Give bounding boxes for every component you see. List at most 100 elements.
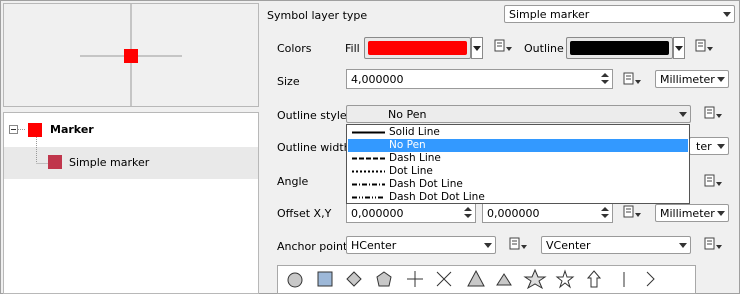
- layer-type-select[interactable]: Simple marker: [504, 5, 735, 23]
- offset-unit-select[interactable]: Millimeter: [655, 204, 729, 222]
- data-defined-icon: [623, 72, 641, 85]
- size-spinbox[interactable]: 4,000000: [346, 69, 613, 89]
- marker-shapes: [287, 268, 655, 290]
- line-pattern-icon: [352, 196, 385, 198]
- layer-type-value: Simple marker: [509, 8, 590, 21]
- outline-style-option-label: Solid Line: [389, 126, 440, 138]
- circle-icon[interactable]: [287, 272, 303, 288]
- arrow-icon[interactable]: [586, 270, 602, 288]
- outline-style-label: Outline style: [277, 109, 347, 122]
- size-value: 4,000000: [351, 73, 404, 86]
- outline-style-option-label: Dot Line: [389, 164, 433, 177]
- fill-color-menu-arrow[interactable]: [471, 37, 483, 59]
- outline-width-label: Outline width: [277, 141, 351, 154]
- line-pattern-icon: [352, 183, 385, 186]
- data-defined-icon: [704, 106, 722, 119]
- simple-marker-swatch-icon: [48, 155, 62, 169]
- regular-star-icon[interactable]: [555, 269, 575, 289]
- spin-down-icon[interactable]: [462, 213, 474, 221]
- equilateral-triangle-icon[interactable]: [496, 273, 512, 286]
- x-icon[interactable]: [436, 271, 452, 287]
- spin-up-icon[interactable]: [599, 71, 611, 79]
- tree-item-label: Simple marker: [69, 156, 150, 169]
- data-defined-icon: [704, 237, 722, 250]
- spin-up-icon[interactable]: [599, 205, 611, 213]
- chevron-down-icon: [720, 6, 734, 22]
- preview-marker: [124, 49, 138, 63]
- outline-style-dropdown-list[interactable]: Solid Line No Pen Dash Line Dot Line Dash Do…: [346, 124, 690, 204]
- outline-width-unit-value: ter: [696, 140, 712, 153]
- size-data-defined-button[interactable]: [622, 71, 644, 89]
- offset-data-defined-button[interactable]: [622, 204, 644, 222]
- tree-item-marker[interactable]: Marker: [28, 121, 228, 139]
- fill-color-button[interactable]: [364, 37, 471, 59]
- cross-icon[interactable]: [407, 271, 423, 287]
- offset-label: Offset X,Y: [277, 207, 332, 220]
- symbol-preview: [3, 3, 259, 107]
- angle-data-defined-button[interactable]: [703, 173, 725, 191]
- spin-down-icon[interactable]: [599, 213, 611, 221]
- anchor-h-select[interactable]: HCenter: [346, 236, 496, 254]
- size-unit-select[interactable]: Millimeter: [655, 70, 729, 88]
- outline-style-option-label: Dash Dot Dot Line: [389, 190, 485, 203]
- outline-color-menu-arrow[interactable]: [673, 37, 685, 59]
- outline-style-option[interactable]: No Pen: [348, 138, 688, 152]
- size-unit-value: Millimeter: [660, 73, 715, 86]
- anchor-h-data-defined-button[interactable]: [508, 236, 530, 254]
- diamond-icon[interactable]: [346, 271, 362, 287]
- outline-style-data-defined-button[interactable]: [703, 105, 725, 123]
- outline-style-option[interactable]: Dash Dot Dot Line: [348, 191, 688, 204]
- offset-x-value: 0,000000: [351, 207, 404, 220]
- data-defined-icon: [623, 205, 641, 218]
- data-defined-icon: [704, 174, 722, 187]
- anchor-v-data-defined-button[interactable]: [703, 236, 725, 254]
- fill-data-defined-button[interactable]: [493, 38, 515, 56]
- outline-style-option-label: Dash Dot Line: [389, 177, 463, 190]
- triangle-icon[interactable]: [467, 269, 485, 287]
- outline-style-select[interactable]: No Pen: [346, 105, 691, 123]
- fill-color-swatch: [368, 41, 467, 55]
- chevron-down-icon: [676, 237, 690, 253]
- angle-label: Angle: [277, 175, 309, 188]
- outline-style-option-label: No Pen: [389, 138, 426, 151]
- anchor-v-value: VCenter: [546, 239, 591, 252]
- layer-type-label: Symbol layer type: [267, 9, 368, 22]
- layer-tree[interactable]: Marker Simple marker: [3, 112, 259, 294]
- spin-down-icon[interactable]: [599, 79, 611, 87]
- outline-data-defined-button[interactable]: [694, 38, 716, 56]
- preview-canvas: [80, 4, 182, 106]
- outline-color-button[interactable]: [566, 37, 673, 59]
- offset-x-spinbox[interactable]: 0,000000: [346, 203, 476, 223]
- data-defined-icon: [509, 237, 527, 250]
- offset-unit-value: Millimeter: [660, 207, 715, 220]
- outline-style-option[interactable]: Dot Line: [348, 165, 688, 178]
- outline-style-option[interactable]: Dash Dot Line: [348, 178, 688, 191]
- tree-item-label: Marker: [50, 123, 94, 136]
- arrowhead-icon[interactable]: [646, 271, 655, 287]
- size-label: Size: [277, 75, 300, 88]
- line-pattern-icon: [352, 170, 385, 173]
- star-icon[interactable]: [523, 268, 547, 290]
- marker-swatch-icon: [28, 123, 42, 137]
- tree-item-simple-marker[interactable]: Simple marker: [48, 154, 248, 172]
- offset-y-spinbox[interactable]: 0,000000: [482, 203, 613, 223]
- anchor-point-label: Anchor point: [277, 240, 348, 253]
- spin-up-icon[interactable]: [462, 205, 474, 213]
- anchor-h-value: HCenter: [351, 239, 397, 252]
- chevron-down-icon: [714, 71, 728, 87]
- pentagon-icon[interactable]: [376, 271, 392, 287]
- square-icon[interactable]: [317, 271, 333, 287]
- data-defined-icon: [494, 39, 512, 52]
- outline-style-option[interactable]: Dash Line: [348, 152, 688, 165]
- chevron-down-icon: [714, 138, 728, 154]
- fill-label: Fill: [345, 42, 360, 55]
- outline-width-unit-select[interactable]: ter: [689, 137, 729, 155]
- anchor-v-select[interactable]: VCenter: [541, 236, 691, 254]
- marker-shape-list[interactable]: [277, 265, 696, 294]
- chevron-down-icon: [481, 237, 495, 253]
- line-pattern-icon: [352, 131, 385, 134]
- outline-style-value: No Pen: [388, 108, 427, 121]
- data-defined-icon: [695, 39, 713, 52]
- outline-style-option[interactable]: Solid Line: [348, 126, 688, 139]
- outline-label: Outline: [524, 42, 564, 55]
